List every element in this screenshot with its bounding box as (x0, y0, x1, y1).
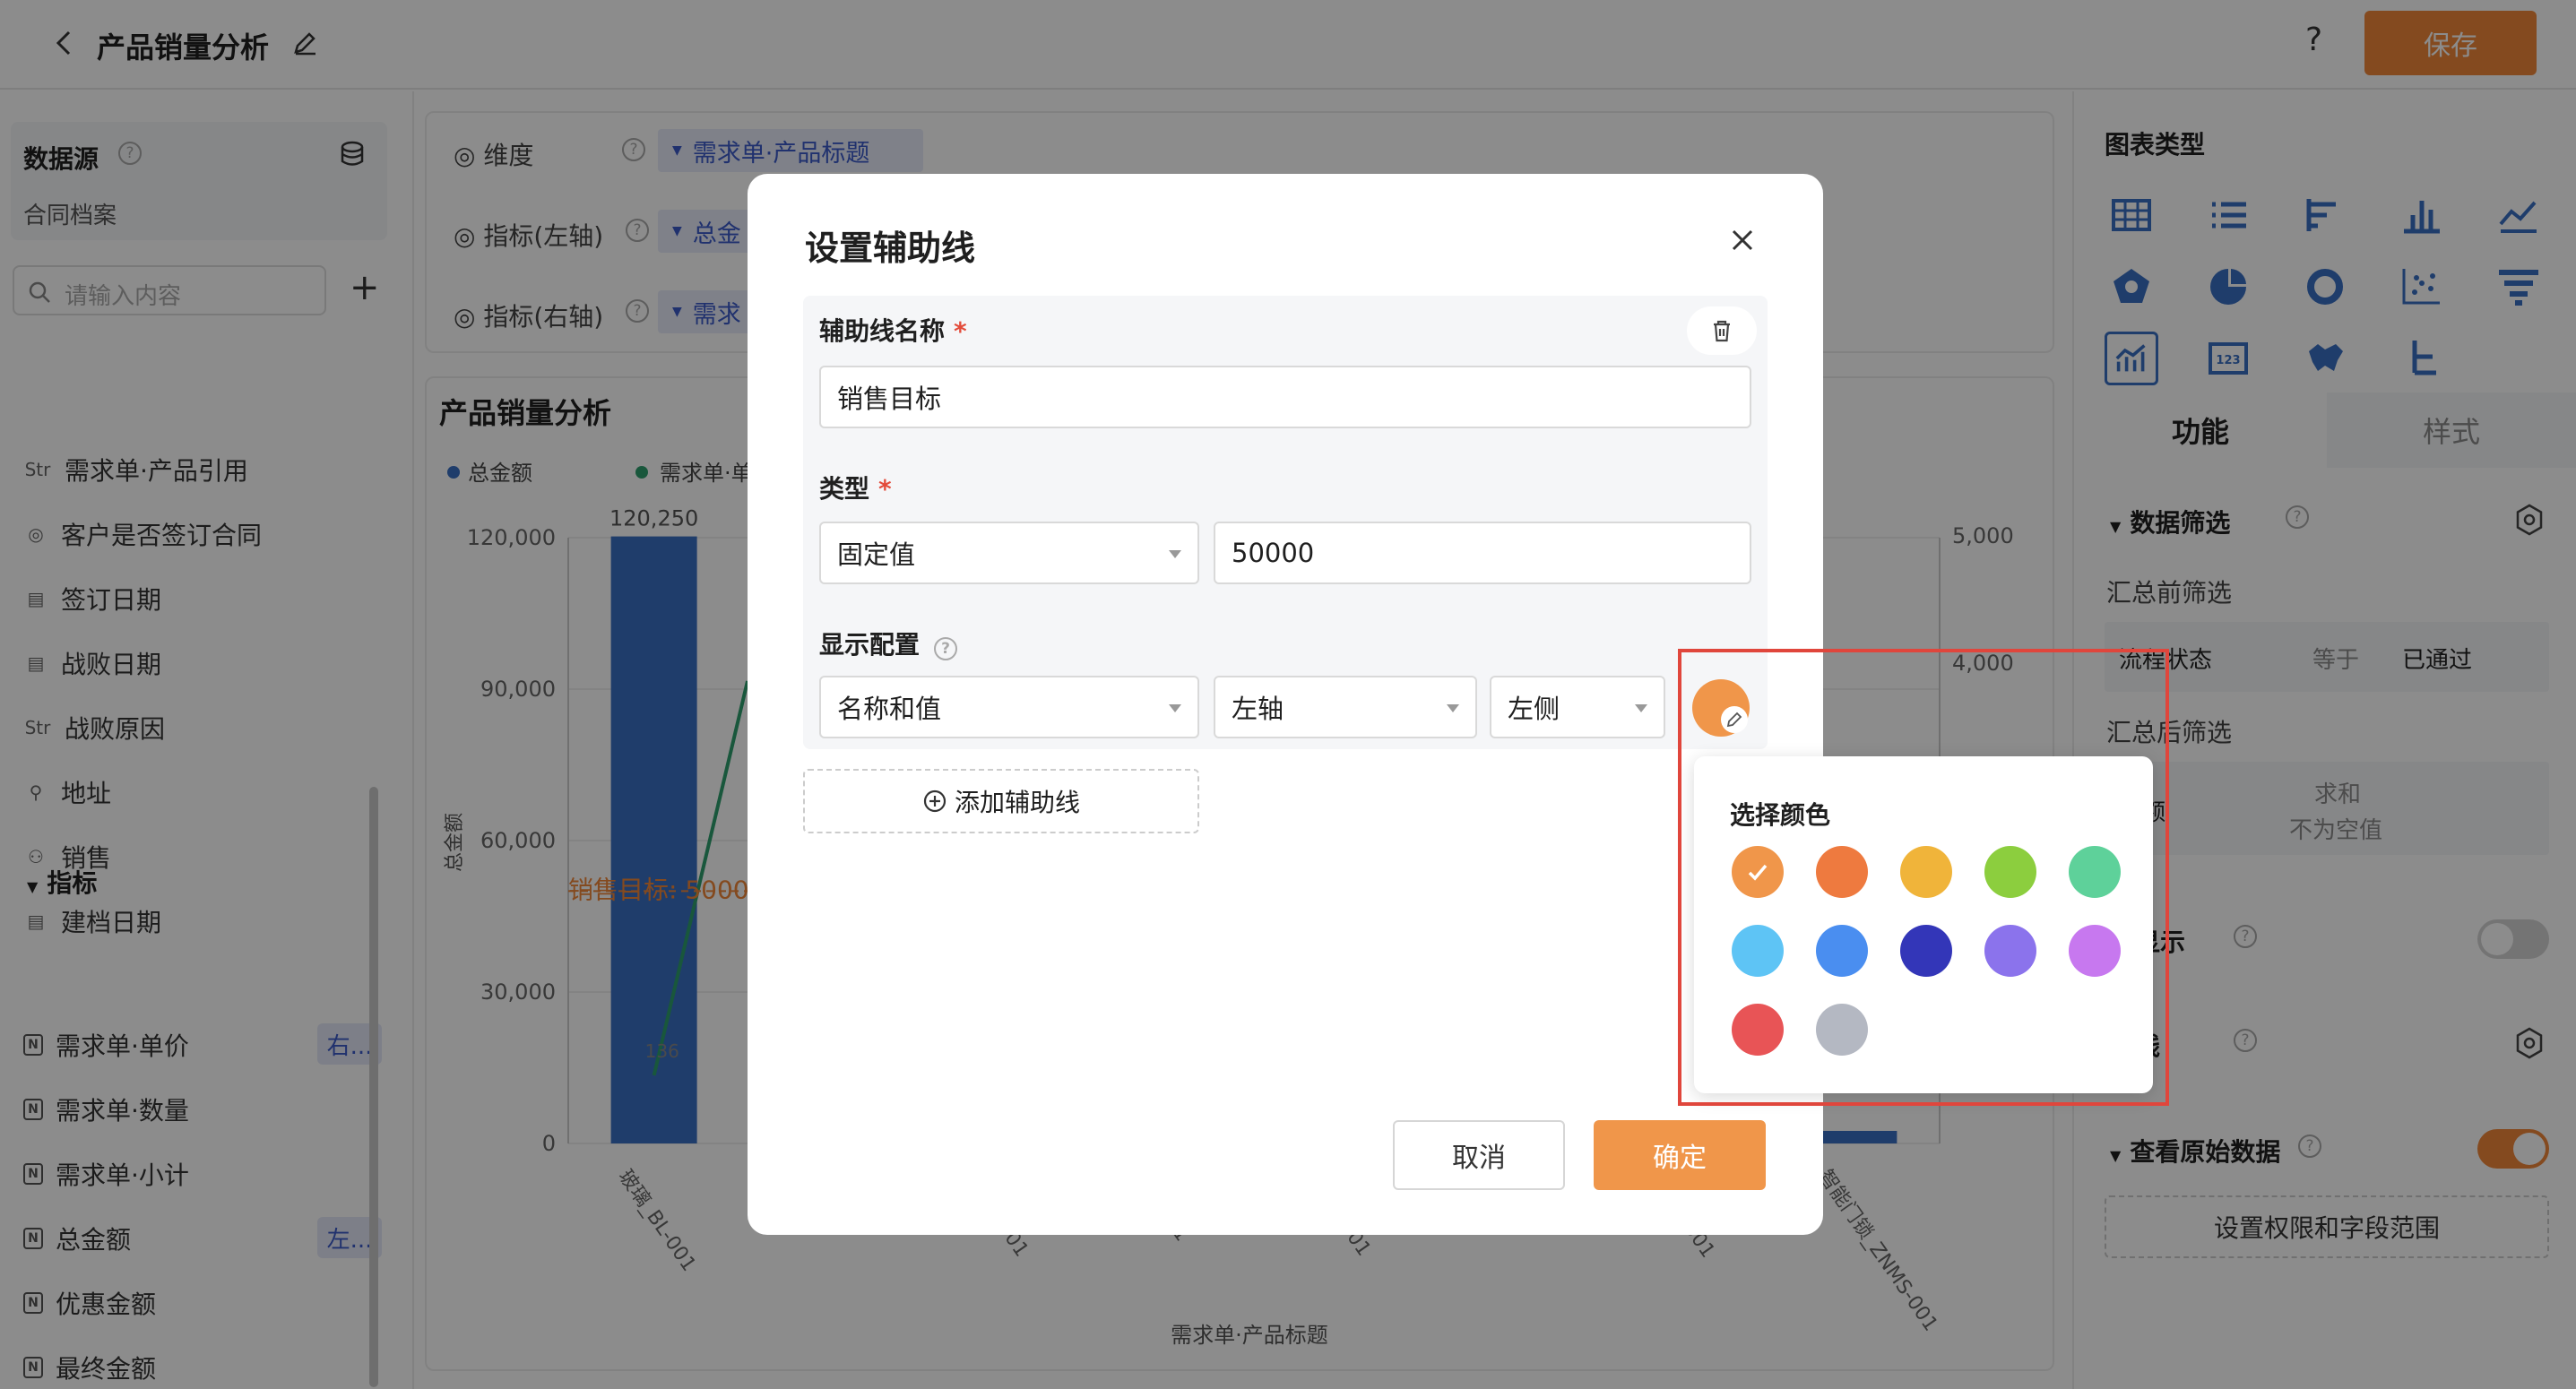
name-label-text: 辅助线名称 (819, 316, 946, 346)
guide-line-dialog: 设置辅助线 辅助线名称 * 销售目标 类型 * 固定值 50000 显示配置? 名称… (748, 174, 1823, 1235)
display-config-text: 显示配置 (819, 630, 921, 660)
add-guide-line-button[interactable]: 添加辅助线 (803, 769, 1199, 833)
position-value: 左侧 (1508, 694, 1560, 724)
add-guide-line-label: 添加辅助线 (954, 788, 1080, 817)
caret-down-icon (1169, 704, 1181, 712)
dialog-title: 设置辅助线 (805, 229, 976, 268)
caret-down-icon (1447, 704, 1459, 712)
close-icon[interactable] (1725, 222, 1760, 258)
caret-down-icon (1635, 704, 1647, 712)
guide-name-input[interactable]: 销售目标 (819, 366, 1751, 428)
axis-value: 左轴 (1232, 694, 1284, 724)
caret-down-icon (1169, 550, 1181, 558)
type-label-text: 类型 (819, 474, 870, 504)
type-field-label: 类型 * (819, 470, 892, 505)
help-icon[interactable]: ? (934, 637, 958, 660)
display-content-value: 名称和值 (837, 694, 942, 724)
type-select-value: 固定值 (837, 539, 916, 570)
position-select[interactable]: 左侧 (1490, 676, 1665, 738)
cancel-button[interactable]: 取消 (1393, 1120, 1565, 1190)
confirm-button[interactable]: 确定 (1594, 1120, 1766, 1190)
display-content-select[interactable]: 名称和值 (819, 676, 1199, 738)
value-input[interactable]: 50000 (1214, 522, 1751, 584)
highlight-box (1678, 649, 2169, 1106)
display-config-label: 显示配置? (819, 625, 958, 661)
type-select[interactable]: 固定值 (819, 522, 1199, 584)
required-mark: * (878, 474, 892, 504)
name-field-label: 辅助线名称 * (819, 312, 967, 348)
plus-circle-icon (923, 789, 947, 813)
required-mark: * (954, 316, 967, 346)
delete-icon[interactable] (1687, 306, 1757, 355)
axis-select[interactable]: 左轴 (1214, 676, 1477, 738)
